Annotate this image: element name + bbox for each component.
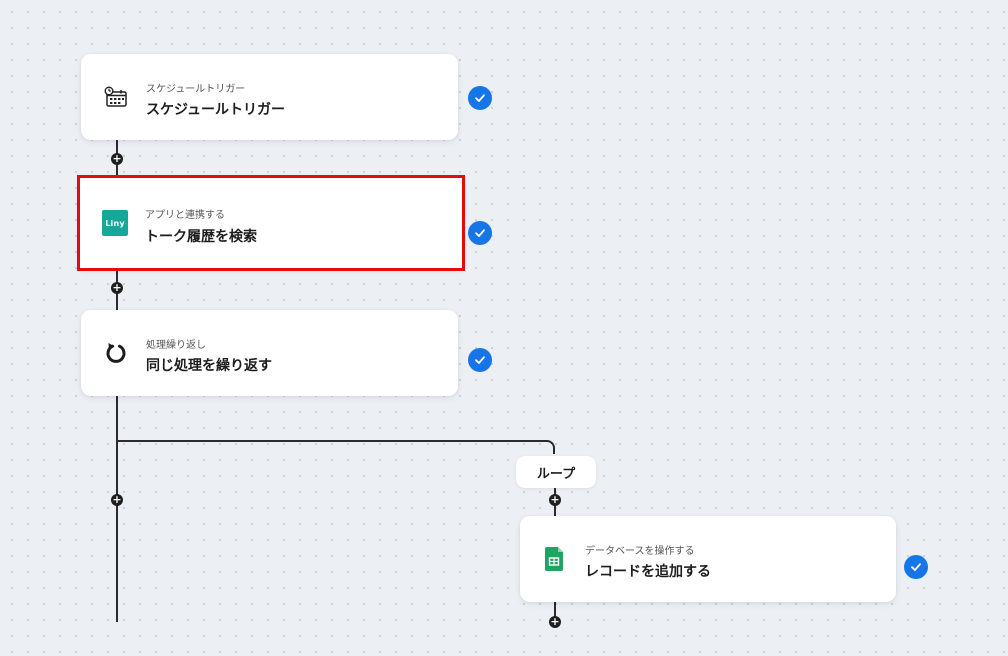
step-title: トーク履歴を検索 [145,229,257,245]
step-title: レコードを追加する [585,564,711,580]
calendar-clock-icon [103,84,129,110]
step-subtitle: データベースを操作する [585,546,695,557]
add-step-button[interactable]: + [549,494,561,506]
workflow-canvas[interactable]: + + + + + スケジュールトリガー スケジュールトリガー Liny アプリ… [0,0,1008,656]
step-subtitle: アプリと連携する [145,210,225,221]
check-icon [904,555,928,579]
step-title: 同じ処理を繰り返す [146,358,272,374]
google-sheets-icon [542,546,568,572]
loop-arrow-icon [103,340,129,366]
step-card-repeat-process[interactable]: 処理繰り返し 同じ処理を繰り返す [81,310,458,396]
add-step-button[interactable]: + [111,494,123,506]
step-card-schedule-trigger[interactable]: スケジュールトリガー スケジュールトリガー [81,54,458,140]
check-icon [468,221,492,245]
check-icon [468,86,492,110]
branch-connector-corner [545,440,555,454]
loop-branch-label[interactable]: ループ [516,456,596,488]
check-icon [468,348,492,372]
add-step-button[interactable]: + [111,282,123,294]
liny-app-icon: Liny [102,210,128,236]
step-card-talk-history-search[interactable]: Liny アプリと連携する トーク履歴を検索 [77,175,465,271]
step-subtitle: 処理繰り返し [146,340,206,351]
add-step-button[interactable]: + [549,616,561,628]
add-step-button[interactable]: + [111,153,123,165]
step-card-add-record[interactable]: データベースを操作する レコードを追加する [520,516,896,602]
branch-connector-line [117,440,547,442]
liny-logo: Liny [102,210,128,236]
step-title: スケジュールトリガー [146,102,286,118]
step-subtitle: スケジュールトリガー [146,84,246,95]
connector-line [116,396,118,622]
